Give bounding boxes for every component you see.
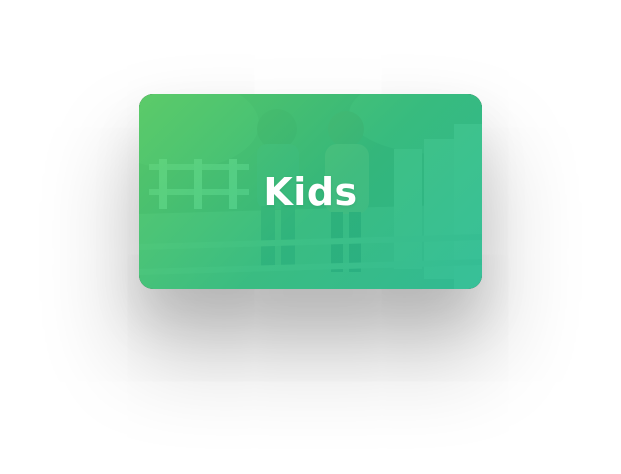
category-card-kids[interactable]: Kids (139, 94, 482, 289)
page: Kids (0, 0, 621, 474)
category-title: Kids (263, 169, 358, 214)
